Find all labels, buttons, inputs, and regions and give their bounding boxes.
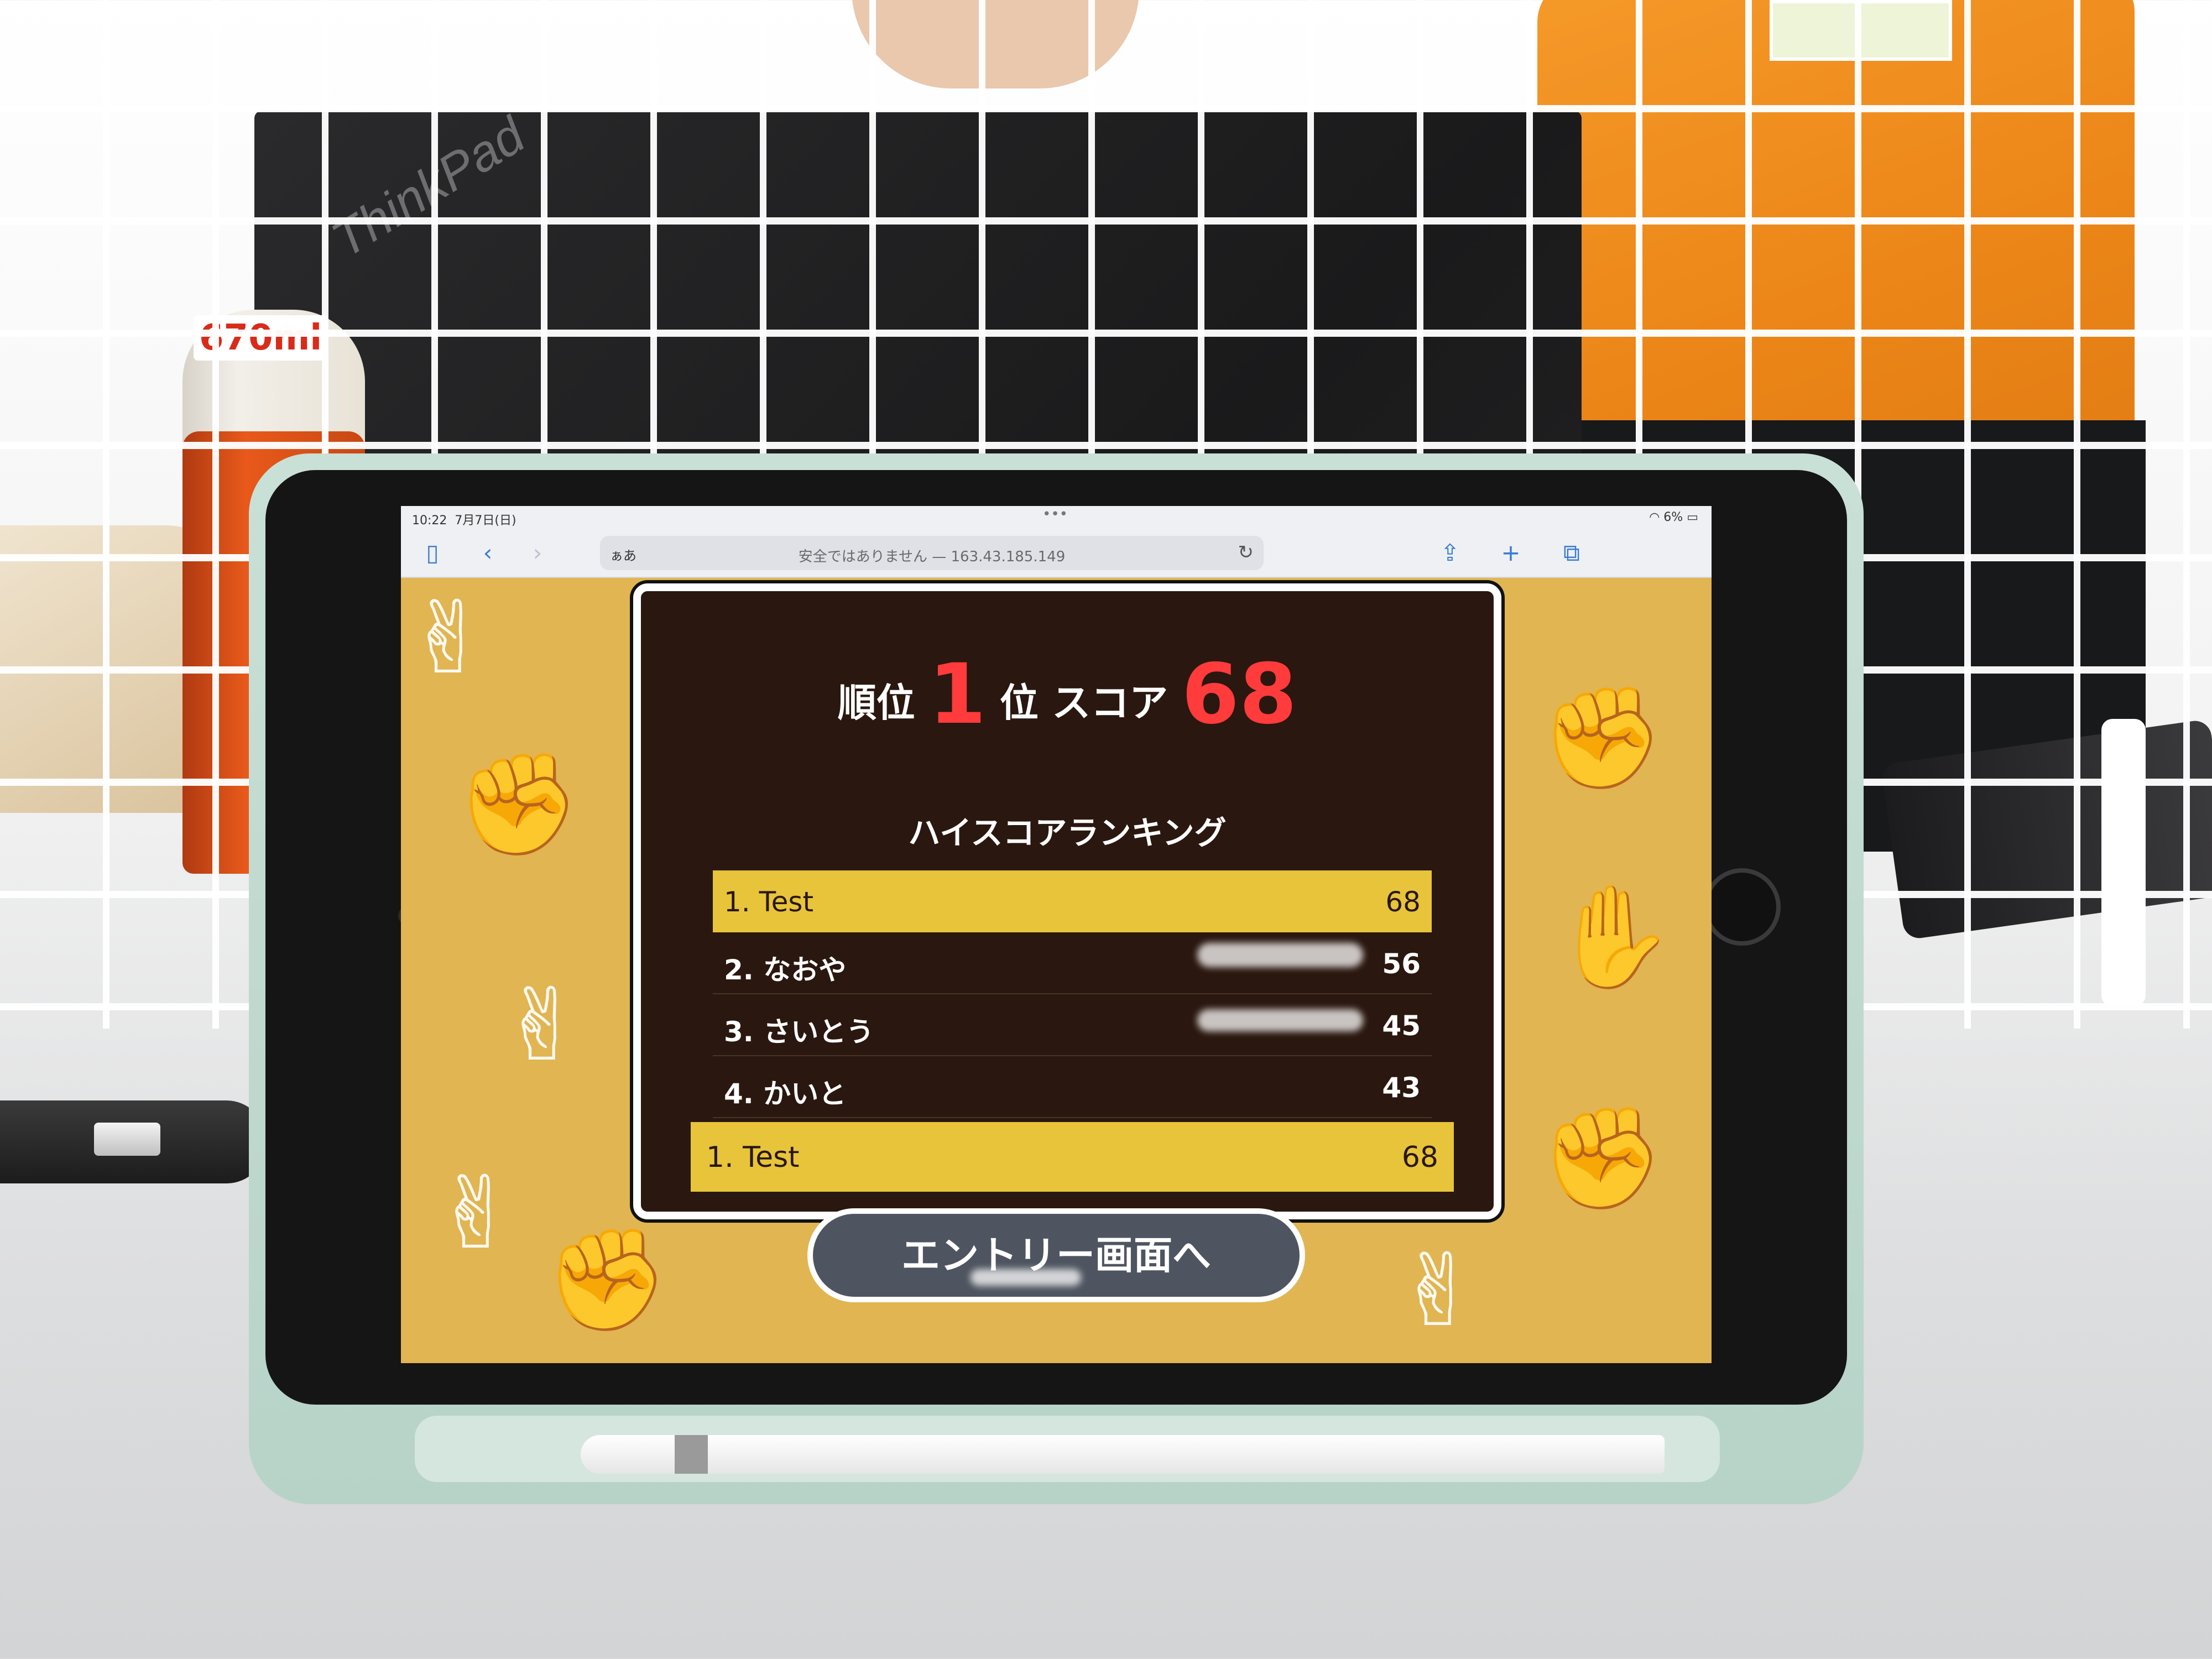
screen-glare (1197, 943, 1363, 967)
address-bar[interactable]: ぁあ 安全ではありません — 163.43.185.149 ↻ (600, 536, 1264, 570)
rank-label: 順位 (837, 680, 915, 726)
hand-rock-icon: ✊ (456, 747, 581, 862)
status-bar: 10:22 7月7日(日) ••• ◠ 6% ▭ (401, 506, 1712, 528)
hand-rock-icon: ✊ (1540, 680, 1665, 796)
grid-stand (2101, 719, 2146, 1006)
game-page: ✌ ✊ ✌ ✌ ✊ ✊ ✋ ✊ ✌ 順位 1 位 スコア 68 ハイスコアランキ… (401, 578, 1712, 1363)
laptop-logo: ThinkPad (322, 106, 535, 269)
url-text: 安全ではありません — 163.43.185.149 (798, 549, 1066, 565)
lanyard-card (1770, 0, 1952, 61)
score-label: スコア (1052, 680, 1168, 726)
result-headline: 順位 1 位 スコア 68 (641, 646, 1494, 743)
hand-scissors-icon: ✌ (406, 581, 490, 696)
status-time: 10:22 7月7日(日) (412, 510, 517, 528)
hand-scissors-icon: ✌ (1396, 1233, 1480, 1349)
person-face (852, 0, 1139, 88)
current-player-row: 1. Test 68 (691, 1122, 1454, 1192)
tablet-screen: 10:22 7月7日(日) ••• ◠ 6% ▭ ▯ ‹ › ぁあ 安全ではあり… (401, 506, 1712, 1363)
date: 7月7日(日) (455, 514, 517, 528)
screen-glare (971, 1269, 1081, 1286)
browser-toolbar: ▯ ‹ › ぁあ 安全ではありません — 163.43.185.149 ↻ ⇪ … (401, 528, 1712, 578)
result-panel: 順位 1 位 スコア 68 ハイスコアランキング 1. Test 68 2. な… (633, 583, 1501, 1219)
battery-icon: ▭ (1687, 510, 1698, 524)
share-icon[interactable]: ⇪ (1435, 538, 1465, 568)
current-player-score: 68 (1401, 1141, 1438, 1174)
battery-indicator: ◠ 6% ▭ (1649, 510, 1698, 524)
current-player-name: 1. Test (706, 1141, 800, 1174)
reload-icon[interactable]: ↻ (1238, 541, 1254, 564)
ranking-list: 1. Test 68 2. なおや 56 3. さいとう 45 4. かいと 4… (713, 870, 1432, 1118)
clock: 10:22 (412, 514, 447, 528)
rank-value: 1 (928, 646, 987, 743)
hand-rock-icon: ✊ (1540, 1100, 1665, 1216)
person-orange-shirt (1537, 0, 2135, 459)
usb-cable (0, 1100, 265, 1183)
ranking-name: 1. Test (724, 886, 814, 918)
score-value: 68 (1181, 646, 1297, 743)
ranking-name: 4. かいと (724, 1078, 847, 1110)
battery-percent: 6% (1663, 510, 1683, 524)
ranking-score: 45 (1382, 1010, 1421, 1042)
screen-glare (1197, 1009, 1363, 1031)
hand-scissors-icon: ✌ (500, 968, 584, 1083)
multitasking-dots-icon[interactable]: ••• (1042, 506, 1068, 523)
ranking-name: 2. なおや (724, 954, 847, 986)
forward-icon[interactable]: › (523, 538, 552, 568)
ranking-score: 56 (1382, 948, 1421, 980)
ranking-row: 1. Test 68 (713, 870, 1432, 932)
ranking-score: 43 (1382, 1072, 1421, 1104)
back-icon[interactable]: ‹ (473, 538, 503, 568)
hand-rock-icon: ✊ (545, 1222, 669, 1338)
ranking-name: 3. さいとう (724, 1016, 874, 1048)
ranking-row: 4. かいと 43 (713, 1056, 1432, 1118)
tabs-icon[interactable]: ⧉ (1557, 538, 1587, 568)
home-button[interactable] (1703, 868, 1781, 946)
sidebar-icon[interactable]: ▯ (418, 538, 447, 568)
ranking-score: 68 (1385, 886, 1421, 918)
rank-suffix: 位 (999, 680, 1039, 726)
hand-scissors-icon: ✌ (434, 1156, 518, 1271)
ranking-title: ハイスコアランキング (908, 814, 1227, 852)
hand-paper-icon: ✋ (1551, 879, 1676, 995)
bottle-volume: 670ml (194, 315, 328, 361)
wifi-icon: ◠ (1649, 510, 1660, 524)
new-tab-icon[interactable]: + (1496, 538, 1526, 568)
apple-pencil (581, 1435, 1665, 1474)
entry-screen-button[interactable]: エントリー画面へ (807, 1208, 1305, 1302)
